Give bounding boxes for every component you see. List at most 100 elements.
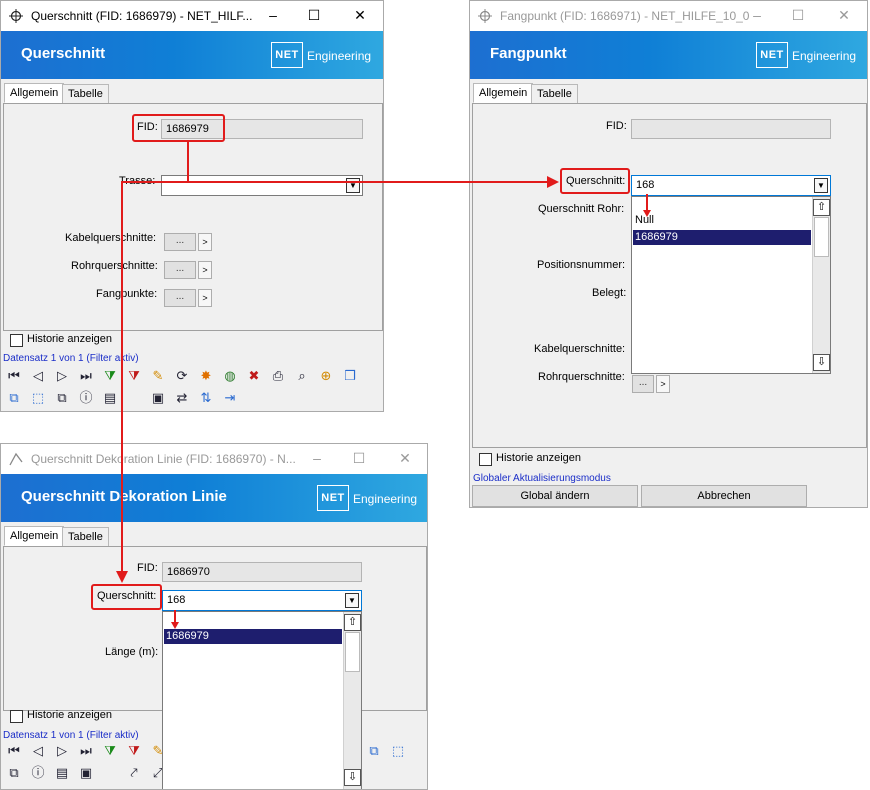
scroll-up-icon[interactable]: ⇧ bbox=[813, 199, 830, 216]
list-item-selected[interactable]: 1686979 bbox=[633, 230, 811, 245]
remove-filter-icon[interactable]: ⧩ bbox=[125, 742, 143, 760]
tab-tabelle[interactable]: Tabelle bbox=[531, 84, 578, 104]
abbrechen-button[interactable]: Abbrechen bbox=[641, 485, 807, 507]
scroll-down-icon[interactable]: ⇩ bbox=[813, 354, 830, 371]
add-filter-icon[interactable]: ⧩ bbox=[101, 367, 119, 385]
minimize-button[interactable]: – bbox=[307, 448, 327, 468]
fid-highlight-box bbox=[132, 114, 225, 142]
document-icon[interactable]: ▤ bbox=[53, 764, 71, 782]
net-logo: NET bbox=[317, 485, 349, 511]
edit-pencil-icon[interactable]: ✎ bbox=[149, 367, 167, 385]
fangpunkte-nav-button[interactable]: > bbox=[198, 289, 212, 307]
kabelquerschnitte-button[interactable]: ... bbox=[164, 233, 196, 251]
window-title: Querschnitt Dekoration Linie (FID: 16869… bbox=[31, 452, 296, 466]
move-icon[interactable]: ⇄ bbox=[173, 389, 191, 407]
window-fangpunkt: Fangpunkt (FID: 1686971) - NET_HILFE_10_… bbox=[469, 0, 868, 508]
close-button[interactable]: ✕ bbox=[350, 5, 370, 25]
querschnitt-dropdown-list[interactable]: 1686979 ⇧ ⇩ bbox=[162, 611, 362, 789]
image-add-icon[interactable]: ▣ bbox=[149, 389, 167, 407]
querschnitt-combo[interactable]: 168 ▼ bbox=[162, 590, 362, 611]
highlight-icon[interactable]: ✸ bbox=[197, 367, 215, 385]
document-icon[interactable]: ▤ bbox=[101, 389, 119, 407]
list-item-selected[interactable]: 1686979 bbox=[164, 629, 342, 644]
rohrquerschnitte-button[interactable]: ... bbox=[632, 375, 654, 393]
tab-allgemein[interactable]: Allgemein bbox=[4, 83, 65, 103]
zoom-in-icon[interactable]: ⊕ bbox=[317, 367, 335, 385]
fid-field bbox=[631, 119, 831, 139]
minimize-button[interactable]: – bbox=[747, 5, 767, 25]
list-item[interactable]: Null bbox=[633, 213, 811, 228]
maximize-button[interactable]: ☐ bbox=[788, 5, 808, 25]
scroll-down-icon[interactable]: ⇩ bbox=[344, 769, 361, 786]
last-record-icon[interactable]: ⏭ bbox=[77, 742, 95, 760]
tab-allgemein[interactable]: Allgemein bbox=[473, 83, 534, 103]
global-aendern-button[interactable]: Global ändern bbox=[472, 485, 638, 507]
tab-allgemein[interactable]: Allgemein bbox=[4, 526, 65, 546]
image-add-icon[interactable]: ▣ bbox=[77, 764, 95, 782]
refresh-icon[interactable]: ⟳ bbox=[173, 367, 191, 385]
next-record-icon[interactable]: ▷ bbox=[53, 742, 71, 760]
select-icon[interactable]: ⬚ bbox=[389, 742, 407, 760]
scroll-thumb[interactable] bbox=[345, 632, 360, 672]
fid-label: FID: bbox=[606, 120, 627, 132]
banner-title: Querschnitt bbox=[21, 45, 106, 62]
info-icon[interactable]: ⓘ bbox=[29, 764, 47, 782]
querschnitt-value: 168 bbox=[167, 594, 186, 606]
info-icon[interactable]: ⓘ bbox=[77, 389, 95, 407]
chevron-down-icon[interactable]: ▼ bbox=[345, 593, 359, 608]
close-button[interactable]: ✕ bbox=[395, 448, 415, 468]
copy-shapes-icon[interactable]: ⧉ bbox=[365, 742, 383, 760]
kabelquerschnitte-nav-button[interactable]: > bbox=[198, 233, 212, 251]
arrow-down-icon bbox=[171, 622, 179, 629]
add-filter-icon[interactable]: ⧩ bbox=[101, 742, 119, 760]
prev-record-icon[interactable]: ◁ bbox=[29, 742, 47, 760]
maximize-button[interactable]: ☐ bbox=[349, 448, 369, 468]
minimize-button[interactable]: – bbox=[263, 5, 283, 25]
scroll-thumb[interactable] bbox=[814, 217, 829, 257]
rohrquerschnitte-label: Rohrquerschnitte: bbox=[71, 260, 158, 272]
tab-tabelle[interactable]: Tabelle bbox=[62, 84, 109, 104]
historie-checkbox[interactable] bbox=[10, 710, 23, 723]
overlap-icon[interactable]: ⧉ bbox=[5, 764, 23, 782]
laenge-label: Länge (m): bbox=[105, 646, 159, 658]
fangpunkte-button[interactable]: ... bbox=[164, 289, 196, 307]
close-button[interactable]: ✕ bbox=[834, 5, 854, 25]
chevron-down-icon[interactable]: ▼ bbox=[814, 178, 828, 193]
querschnitt-value: 168 bbox=[636, 179, 655, 191]
first-record-icon[interactable]: ⏮ bbox=[5, 742, 23, 760]
title-bar: Querschnitt (FID: 1686979) - NET_HILF...… bbox=[1, 1, 383, 31]
print-icon[interactable]: ⎙ bbox=[269, 367, 287, 385]
export-icon[interactable]: ⇥ bbox=[221, 389, 239, 407]
prev-record-icon[interactable]: ◁ bbox=[29, 367, 47, 385]
remove-filter-icon[interactable]: ⧩ bbox=[125, 367, 143, 385]
querschnitt-highlight-box-dekoration bbox=[91, 584, 162, 610]
cube-icon[interactable]: ❒ bbox=[341, 367, 359, 385]
status-text: Datensatz 1 von 1 (Filter aktiv) bbox=[3, 730, 139, 741]
scroll-up-icon[interactable]: ⇧ bbox=[344, 614, 361, 631]
connector-line bbox=[121, 181, 549, 183]
scrollbar[interactable]: ⇧ ⇩ bbox=[343, 612, 361, 789]
sort-icon[interactable]: ⇅ bbox=[197, 389, 215, 407]
zoom-icon[interactable]: ⌕ bbox=[293, 367, 311, 385]
rohrquerschnitte-nav-button[interactable]: > bbox=[198, 261, 212, 279]
delete-icon[interactable]: ✖ bbox=[245, 367, 263, 385]
trasse-combo[interactable]: ▼ bbox=[161, 175, 363, 196]
tab-tabelle[interactable]: Tabelle bbox=[62, 527, 109, 547]
rohrquerschnitte-nav-button[interactable]: > bbox=[656, 375, 670, 393]
querschnitt-dropdown-list[interactable]: Null 1686979 ⇧ ⇩ bbox=[631, 196, 831, 374]
rohrquerschnitte-button[interactable]: ... bbox=[164, 261, 196, 279]
zoom-globe-icon[interactable]: ◍ bbox=[221, 367, 239, 385]
historie-checkbox[interactable] bbox=[10, 334, 23, 347]
scrollbar[interactable]: ⇧ ⇩ bbox=[812, 197, 830, 373]
overlap-icon[interactable]: ⧉ bbox=[53, 389, 71, 407]
next-record-icon[interactable]: ▷ bbox=[53, 367, 71, 385]
first-record-icon[interactable]: ⏮ bbox=[5, 367, 23, 385]
maximize-button[interactable]: ☐ bbox=[304, 5, 324, 25]
node-edit-icon[interactable]: ⤤ bbox=[125, 764, 143, 782]
copy-shapes-icon[interactable]: ⧉ bbox=[5, 389, 23, 407]
querschnitt-combo[interactable]: 168 ▼ bbox=[631, 175, 831, 196]
last-record-icon[interactable]: ⏭ bbox=[77, 367, 95, 385]
querschnitt-highlight-box-fangpunkt bbox=[560, 168, 630, 194]
select-icon[interactable]: ⬚ bbox=[29, 389, 47, 407]
historie-checkbox[interactable] bbox=[479, 453, 492, 466]
